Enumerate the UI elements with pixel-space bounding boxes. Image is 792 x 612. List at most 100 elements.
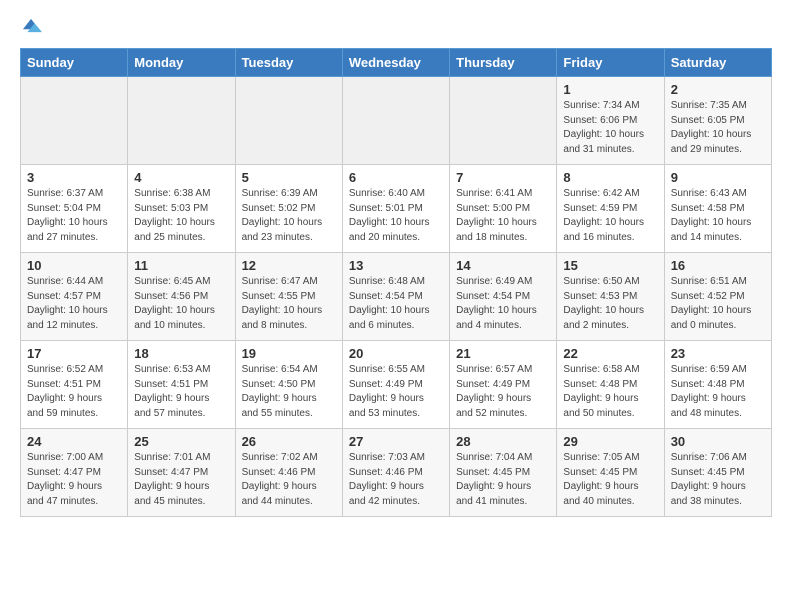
calendar-cell: 17Sunrise: 6:52 AM Sunset: 4:51 PM Dayli… [21,341,128,429]
calendar-week-1: 1 Sunrise: 7:34 AM Sunset: 6:06 PM Daylig… [21,77,772,165]
calendar-cell: 19Sunrise: 6:54 AM Sunset: 4:50 PM Dayli… [235,341,342,429]
header-day-saturday: Saturday [664,49,771,77]
calendar-cell: 30 Sunrise: 7:06 AM Sunset: 4:45 PM Dayli… [664,429,771,517]
day-number: 29 [563,434,657,449]
day-info: Sunrise: 6:47 AM Sunset: 4:55 PM Dayligh… [242,275,336,333]
day-number: 18 [134,346,228,361]
day-number: 16 [671,258,765,273]
calendar-week-2: 3 Sunrise: 6:37 AM Sunset: 5:04 PM Daylig… [21,165,772,253]
day-number: 4 [134,170,228,185]
header-day-thursday: Thursday [450,49,557,77]
day-info: Sunrise: 6:57 AM Sunset: 4:49 PM Dayligh… [456,363,550,421]
day-number: 1 [563,82,657,97]
day-info: Sunrise: 7:01 AM Sunset: 4:47 PM Dayligh… [134,451,228,509]
calendar-cell: 9 Sunrise: 6:43 AM Sunset: 4:58 PM Daylig… [664,165,771,253]
day-info: Sunrise: 6:50 AM Sunset: 4:53 PM Dayligh… [563,275,657,333]
day-info: Sunrise: 7:35 AM Sunset: 6:05 PM Dayligh… [671,99,765,157]
calendar-cell: 8 Sunrise: 6:42 AM Sunset: 4:59 PM Daylig… [557,165,664,253]
day-info: Sunrise: 6:38 AM Sunset: 5:03 PM Dayligh… [134,187,228,245]
day-info: Sunrise: 6:44 AM Sunset: 4:57 PM Dayligh… [27,275,121,333]
day-number: 11 [134,258,228,273]
day-number: 27 [349,434,443,449]
calendar-cell: 16 Sunrise: 6:51 AM Sunset: 4:52 PM Dayli… [664,253,771,341]
day-info: Sunrise: 6:42 AM Sunset: 4:59 PM Dayligh… [563,187,657,245]
calendar-cell [21,77,128,165]
calendar-cell: 14 Sunrise: 6:49 AM Sunset: 4:54 PM Dayli… [450,253,557,341]
calendar-cell: 28 Sunrise: 7:04 AM Sunset: 4:45 PM Dayli… [450,429,557,517]
day-info: Sunrise: 7:34 AM Sunset: 6:06 PM Dayligh… [563,99,657,157]
day-number: 8 [563,170,657,185]
calendar-cell: 11Sunrise: 6:45 AM Sunset: 4:56 PM Dayli… [128,253,235,341]
day-info: Sunrise: 6:41 AM Sunset: 5:00 PM Dayligh… [456,187,550,245]
calendar-cell [235,77,342,165]
day-info: Sunrise: 6:40 AM Sunset: 5:01 PM Dayligh… [349,187,443,245]
calendar-cell: 26 Sunrise: 7:02 AM Sunset: 4:46 PM Dayli… [235,429,342,517]
calendar-cell: 13 Sunrise: 6:48 AM Sunset: 4:54 PM Dayli… [342,253,449,341]
day-number: 20 [349,346,443,361]
day-number: 30 [671,434,765,449]
calendar-cell: 5 Sunrise: 6:39 AM Sunset: 5:02 PM Daylig… [235,165,342,253]
header-day-tuesday: Tuesday [235,49,342,77]
day-number: 22 [563,346,657,361]
day-number: 28 [456,434,550,449]
day-info: Sunrise: 7:05 AM Sunset: 4:45 PM Dayligh… [563,451,657,509]
calendar-cell: 25 Sunrise: 7:01 AM Sunset: 4:47 PM Dayli… [128,429,235,517]
day-number: 14 [456,258,550,273]
day-info: Sunrise: 7:04 AM Sunset: 4:45 PM Dayligh… [456,451,550,509]
day-info: Sunrise: 6:59 AM Sunset: 4:48 PM Dayligh… [671,363,765,421]
calendar-cell: 6 Sunrise: 6:40 AM Sunset: 5:01 PM Daylig… [342,165,449,253]
day-number: 10 [27,258,121,273]
calendar-cell [342,77,449,165]
calendar-cell: 29 Sunrise: 7:05 AM Sunset: 4:45 PM Dayli… [557,429,664,517]
calendar-cell: 24Sunrise: 7:00 AM Sunset: 4:47 PM Dayli… [21,429,128,517]
calendar-cell: 2 Sunrise: 7:35 AM Sunset: 6:05 PM Daylig… [664,77,771,165]
day-info: Sunrise: 6:52 AM Sunset: 4:51 PM Dayligh… [27,363,121,421]
day-info: Sunrise: 6:48 AM Sunset: 4:54 PM Dayligh… [349,275,443,333]
day-number: 23 [671,346,765,361]
calendar-week-5: 24Sunrise: 7:00 AM Sunset: 4:47 PM Dayli… [21,429,772,517]
calendar-cell: 4 Sunrise: 6:38 AM Sunset: 5:03 PM Daylig… [128,165,235,253]
day-number: 3 [27,170,121,185]
day-number: 13 [349,258,443,273]
header-day-wednesday: Wednesday [342,49,449,77]
calendar-header-row: SundayMondayTuesdayWednesdayThursdayFrid… [21,49,772,77]
calendar-table: SundayMondayTuesdayWednesdayThursdayFrid… [20,48,772,517]
day-info: Sunrise: 6:37 AM Sunset: 5:04 PM Dayligh… [27,187,121,245]
calendar-cell [450,77,557,165]
calendar-cell: 1 Sunrise: 7:34 AM Sunset: 6:06 PM Daylig… [557,77,664,165]
day-info: Sunrise: 6:39 AM Sunset: 5:02 PM Dayligh… [242,187,336,245]
day-info: Sunrise: 7:02 AM Sunset: 4:46 PM Dayligh… [242,451,336,509]
day-info: Sunrise: 6:58 AM Sunset: 4:48 PM Dayligh… [563,363,657,421]
day-number: 2 [671,82,765,97]
day-info: Sunrise: 7:06 AM Sunset: 4:45 PM Dayligh… [671,451,765,509]
day-number: 5 [242,170,336,185]
calendar-cell: 18 Sunrise: 6:53 AM Sunset: 4:51 PM Dayli… [128,341,235,429]
header-day-monday: Monday [128,49,235,77]
day-number: 12 [242,258,336,273]
calendar-cell: 10 Sunrise: 6:44 AM Sunset: 4:57 PM Dayli… [21,253,128,341]
calendar-cell: 23 Sunrise: 6:59 AM Sunset: 4:48 PM Dayli… [664,341,771,429]
day-number: 15 [563,258,657,273]
day-info: Sunrise: 6:49 AM Sunset: 4:54 PM Dayligh… [456,275,550,333]
logo [20,16,46,38]
logo-icon [20,16,42,38]
header-day-sunday: Sunday [21,49,128,77]
calendar-cell: 22 Sunrise: 6:58 AM Sunset: 4:48 PM Dayli… [557,341,664,429]
day-number: 21 [456,346,550,361]
day-number: 9 [671,170,765,185]
day-info: Sunrise: 6:53 AM Sunset: 4:51 PM Dayligh… [134,363,228,421]
calendar-cell [128,77,235,165]
calendar-cell: 21 Sunrise: 6:57 AM Sunset: 4:49 PM Dayli… [450,341,557,429]
day-number: 25 [134,434,228,449]
day-info: Sunrise: 6:43 AM Sunset: 4:58 PM Dayligh… [671,187,765,245]
day-info: Sunrise: 6:55 AM Sunset: 4:49 PM Dayligh… [349,363,443,421]
calendar-cell: 12 Sunrise: 6:47 AM Sunset: 4:55 PM Dayli… [235,253,342,341]
day-info: Sunrise: 6:51 AM Sunset: 4:52 PM Dayligh… [671,275,765,333]
calendar-cell: 15 Sunrise: 6:50 AM Sunset: 4:53 PM Dayli… [557,253,664,341]
day-number: 6 [349,170,443,185]
day-number: 26 [242,434,336,449]
day-number: 24 [27,434,121,449]
calendar-week-3: 10 Sunrise: 6:44 AM Sunset: 4:57 PM Dayli… [21,253,772,341]
calendar-cell: 20 Sunrise: 6:55 AM Sunset: 4:49 PM Dayli… [342,341,449,429]
day-number: 7 [456,170,550,185]
